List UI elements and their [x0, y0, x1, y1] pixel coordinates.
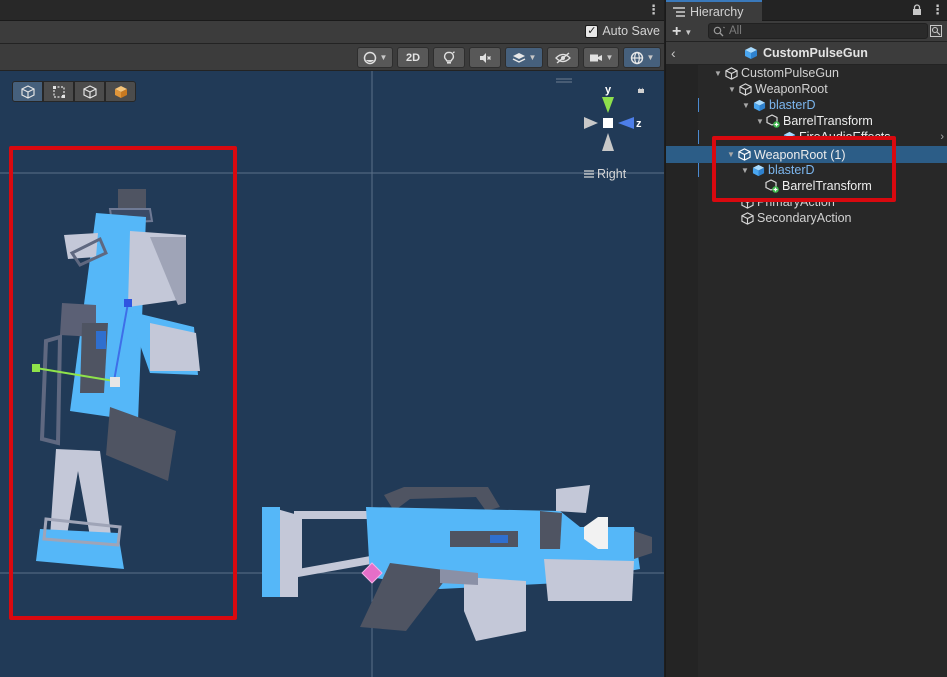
- hierarchy-more-options-icon[interactable]: ⋮: [931, 3, 944, 16]
- z-axis-label: z: [636, 118, 642, 130]
- orange-cube-icon: [114, 85, 127, 98]
- wireframe-cube-button[interactable]: [74, 81, 105, 102]
- back-arrow-icon[interactable]: ‹: [671, 45, 676, 61]
- hierarchy-search-row: + ▼ All: [666, 21, 947, 42]
- lighting-toggle[interactable]: [433, 47, 465, 68]
- auto-save-toggle[interactable]: ✓ Auto Save: [585, 24, 660, 38]
- row-label: BarrelTransform: [782, 179, 872, 193]
- rect-tool-button[interactable]: [43, 81, 74, 102]
- chevron-right-icon[interactable]: ›: [940, 131, 944, 143]
- gizmos-dropdown[interactable]: ▼: [623, 47, 661, 68]
- gameobject-icon: [737, 148, 751, 162]
- audio-toggle[interactable]: [469, 47, 501, 68]
- foldout-expanded-icon[interactable]: ▼: [740, 101, 752, 110]
- hierarchy-row-custompulsegun[interactable]: ▼ CustomPulseGun: [666, 65, 947, 81]
- highlight-box-scene: [9, 146, 237, 620]
- chevron-down-icon: ▼: [646, 53, 655, 62]
- prefab-icon: [752, 98, 766, 112]
- prefab-mode-header: ✓ Auto Save: [0, 21, 664, 44]
- hierarchy-panel: Hierarchy ⋮ + ▼ All ‹ CustomPulseGun ▼ C…: [665, 0, 947, 677]
- plus-icon: +: [672, 23, 682, 40]
- rect-select-icon: [52, 85, 65, 98]
- search-icon: [713, 26, 725, 36]
- hierarchy-row-barreltransform-highlighted[interactable]: BarrelTransform: [716, 178, 892, 194]
- foldout-expanded-icon[interactable]: ▼: [754, 117, 766, 126]
- chevron-down-icon: ▼: [684, 27, 693, 37]
- list-icon: [673, 6, 685, 17]
- search-placeholder: All: [729, 25, 742, 37]
- prefab-title: CustomPulseGun: [744, 46, 868, 60]
- hierarchy-tab-bar: Hierarchy ⋮: [666, 0, 947, 21]
- cube-outline-icon: [82, 84, 97, 99]
- y-axis-label: y: [605, 84, 612, 96]
- 2d-mode-toggle[interactable]: 2D: [397, 47, 429, 68]
- create-dropdown[interactable]: + ▼: [672, 23, 692, 41]
- lock-icon[interactable]: [912, 4, 922, 16]
- row-label: blasterD: [769, 98, 816, 112]
- auto-save-checkbox[interactable]: ✓: [585, 24, 599, 38]
- scene-more-options-icon[interactable]: ⋮: [647, 3, 660, 16]
- weapon-root[interactable]: [262, 485, 652, 641]
- gameobject-icon: [740, 211, 754, 225]
- row-label: WeaponRoot (1): [754, 147, 846, 162]
- shaded-sphere-icon: [363, 51, 376, 64]
- cube-icon: [20, 84, 35, 99]
- hierarchy-row-secondaryaction[interactable]: SecondaryAction: [666, 210, 947, 226]
- scene-toolbar: ▼ 2D ▼ ▼ ▼: [0, 44, 664, 71]
- highlight-box-content: ▼ WeaponRoot (1) ▼ blasterD BarrelTransf…: [716, 140, 892, 198]
- foldout-expanded-icon[interactable]: ▼: [739, 166, 751, 175]
- foldout-expanded-icon[interactable]: ▼: [725, 150, 737, 159]
- layers-icon: [512, 52, 525, 63]
- hierarchy-row-blasterd[interactable]: ▼ blasterD: [666, 97, 947, 113]
- camera-icon: [589, 54, 602, 61]
- chevron-down-icon: ▼: [379, 53, 388, 62]
- hierarchy-row-barreltransform[interactable]: ▼ BarrelTransform: [666, 113, 947, 129]
- view-orientation-label[interactable]: Right: [584, 167, 626, 181]
- prefab-breadcrumb: ‹ CustomPulseGun: [666, 42, 947, 65]
- chevron-down-icon: ▼: [528, 53, 537, 62]
- row-label: blasterD: [768, 163, 815, 177]
- move-tool-button[interactable]: [12, 81, 43, 102]
- view-tool-strip: [12, 81, 136, 102]
- chevron-down-icon: ▼: [605, 53, 614, 62]
- draw-mode-dropdown[interactable]: ▼: [357, 47, 393, 68]
- hamburger-icon: [584, 170, 594, 178]
- prefab-icon: [745, 47, 757, 59]
- scene-tab-bar: ⋮: [0, 0, 664, 21]
- hidden-objects-toggle[interactable]: [547, 47, 579, 68]
- gameobject-icon: [738, 82, 752, 96]
- row-label: SecondaryAction: [757, 211, 852, 225]
- tab-hierarchy-label: Hierarchy: [690, 4, 744, 19]
- row-label: BarrelTransform: [783, 114, 873, 128]
- gameobject-icon: [724, 66, 738, 80]
- view-name: Right: [597, 167, 627, 181]
- effects-dropdown[interactable]: ▼: [505, 47, 543, 68]
- row-label: WeaponRoot: [755, 82, 828, 96]
- prefab-title-label: CustomPulseGun: [763, 46, 868, 60]
- hierarchy-row-weaponroot-1-highlighted[interactable]: ▼ WeaponRoot (1): [716, 146, 892, 163]
- prefab-icon: [751, 163, 765, 177]
- camera-dropdown[interactable]: ▼: [583, 47, 619, 68]
- gameobject-plus-icon: [766, 114, 780, 128]
- foldout-expanded-icon[interactable]: ▼: [712, 69, 724, 78]
- orientation-gizmo[interactable]: y z: [576, 83, 656, 163]
- audio-muted-icon: [480, 52, 491, 63]
- row-label: CustomPulseGun: [741, 66, 839, 80]
- scene-search-icon[interactable]: [930, 25, 942, 37]
- search-input[interactable]: All: [708, 23, 928, 39]
- foldout-expanded-icon[interactable]: ▼: [726, 85, 738, 94]
- auto-save-label: Auto Save: [602, 24, 660, 38]
- hierarchy-row-blasterd-highlighted[interactable]: ▼ blasterD: [716, 162, 892, 178]
- hierarchy-row-weaponroot[interactable]: ▼ WeaponRoot: [666, 81, 947, 97]
- globe-gizmo-icon: [630, 51, 643, 64]
- gameobject-plus-icon: [765, 179, 779, 193]
- lightbulb-icon: [443, 50, 455, 64]
- eye-slash-icon: [555, 51, 571, 64]
- colored-cube-button[interactable]: [105, 81, 136, 102]
- tab-hierarchy[interactable]: Hierarchy: [666, 0, 762, 21]
